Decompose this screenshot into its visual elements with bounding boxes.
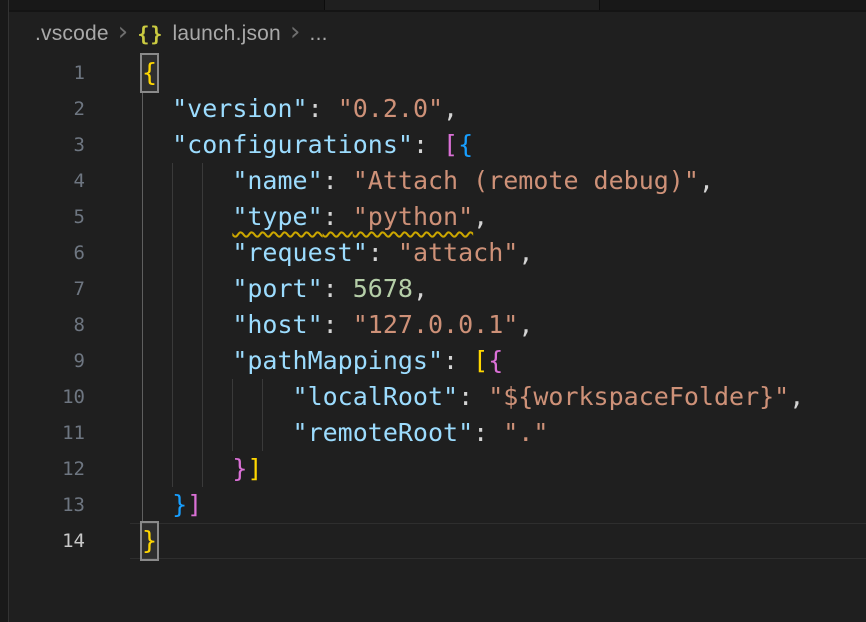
breadcrumb-file[interactable]: launch.json: [172, 22, 280, 46]
line-number[interactable]: 2: [0, 91, 85, 127]
active-tab[interactable]: [324, 0, 600, 10]
line-number[interactable]: 12: [0, 451, 85, 487]
breadcrumb-folder[interactable]: .vscode: [35, 22, 109, 46]
warning-squiggle: "type": "python": [232, 202, 473, 231]
line-number[interactable]: 3: [0, 127, 85, 163]
code-line[interactable]: 2 "version": "0.2.0",: [0, 91, 866, 127]
breadcrumb: .vscode › {} launch.json › ...: [0, 12, 866, 55]
line-number[interactable]: 11: [0, 415, 85, 451]
tab-bar[interactable]: [0, 0, 866, 12]
code-text: "port": 5678,: [142, 271, 428, 307]
code-text: {: [142, 55, 157, 91]
vscode-window: { "breadcrumb": { "folder": ".vscode", "…: [0, 0, 866, 622]
code-text: "name": "Attach (remote debug)",: [142, 163, 714, 199]
code-text: "localRoot": "${workspaceFolder}",: [142, 379, 804, 415]
code-line[interactable]: 8 "host": "127.0.0.1",: [0, 307, 866, 343]
code-text: "version": "0.2.0",: [142, 91, 458, 127]
code-text: }]: [142, 487, 202, 523]
code-text: "type": "python",: [142, 199, 488, 235]
editor-left-border: [0, 0, 9, 622]
code-line[interactable]: 13 }]: [0, 487, 866, 523]
breadcrumb-symbol-more[interactable]: ...: [310, 22, 328, 46]
code-line[interactable]: 9 "pathMappings": [{: [0, 343, 866, 379]
code-lines: 1{2 "version": "0.2.0",3 "configurations…: [0, 55, 866, 559]
code-line[interactable]: 12 }]: [0, 451, 866, 487]
bracket-match: }: [142, 523, 157, 559]
line-number[interactable]: 5: [0, 199, 85, 235]
code-line[interactable]: 7 "port": 5678,: [0, 271, 866, 307]
line-number[interactable]: 1: [0, 55, 85, 91]
code-text: "pathMappings": [{: [142, 343, 503, 379]
code-line[interactable]: 11 "remoteRoot": ".": [0, 415, 866, 451]
line-number[interactable]: 14: [0, 523, 85, 559]
line-number[interactable]: 10: [0, 379, 85, 415]
code-line[interactable]: 5 "type": "python",: [0, 199, 866, 235]
line-number[interactable]: 6: [0, 235, 85, 271]
line-number[interactable]: 4: [0, 163, 85, 199]
code-text: "host": "127.0.0.1",: [142, 307, 533, 343]
code-line[interactable]: 3 "configurations": [{: [0, 127, 866, 163]
code-line[interactable]: 1{: [0, 55, 866, 91]
code-text: "configurations": [{: [142, 127, 473, 163]
code-text: "remoteRoot": ".": [142, 415, 548, 451]
bracket-match: {: [142, 55, 157, 91]
code-text: }: [142, 523, 157, 559]
json-file-icon: {}: [137, 22, 163, 46]
code-line[interactable]: 14}: [0, 523, 866, 559]
code-text: }]: [142, 451, 262, 487]
line-number[interactable]: 7: [0, 271, 85, 307]
code-editor[interactable]: 1{2 "version": "0.2.0",3 "configurations…: [0, 55, 866, 622]
code-line[interactable]: 6 "request": "attach",: [0, 235, 866, 271]
code-line[interactable]: 4 "name": "Attach (remote debug)",: [0, 163, 866, 199]
code-line[interactable]: 10 "localRoot": "${workspaceFolder}",: [0, 379, 866, 415]
line-number[interactable]: 13: [0, 487, 85, 523]
code-text: "request": "attach",: [142, 235, 533, 271]
line-number[interactable]: 8: [0, 307, 85, 343]
chevron-right-icon: ›: [118, 22, 129, 42]
chevron-right-icon: ›: [290, 22, 301, 42]
line-number[interactable]: 9: [0, 343, 85, 379]
